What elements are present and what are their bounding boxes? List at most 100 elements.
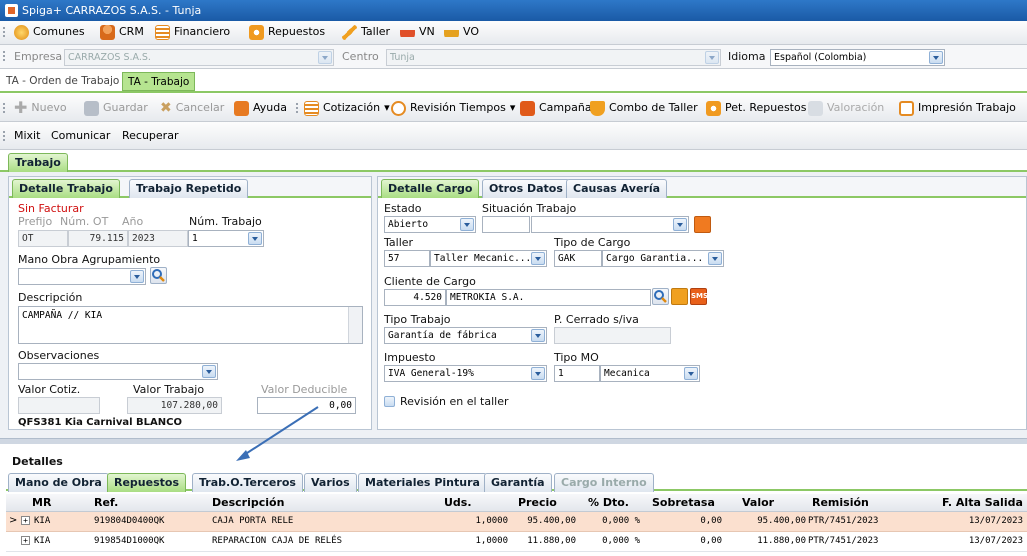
table-row[interactable]: + KIA 919854D1000QK REPARACION CAJA DE R… <box>6 532 1027 552</box>
chevron-down-icon <box>531 367 545 380</box>
search-icon[interactable] <box>652 288 669 305</box>
tab-causas-averia[interactable]: Causas Avería <box>566 179 668 198</box>
col-valor[interactable]: Valor <box>742 496 774 509</box>
valoracion-button[interactable]: Valoración <box>808 97 884 119</box>
taller-code-field[interactable]: 57 <box>384 250 430 267</box>
menu-comunes[interactable]: Comunes <box>14 21 85 43</box>
tab-materiales-pintura[interactable]: Materiales Pintura <box>358 473 487 492</box>
sms-icon[interactable]: SMS <box>690 288 708 305</box>
p-cerrado-field[interactable] <box>554 327 671 344</box>
tab-otros-datos[interactable]: Otros Datos <box>482 179 570 198</box>
ano-field[interactable]: 2023 <box>128 230 188 247</box>
comunicar-button[interactable]: Comunicar <box>51 125 110 147</box>
revision-checkbox[interactable] <box>384 396 395 407</box>
expand-icon[interactable]: + <box>21 536 30 545</box>
search-icon[interactable] <box>150 267 167 284</box>
tab-trabajo[interactable]: Trabajo <box>8 153 68 172</box>
menu-vo[interactable]: VO <box>444 21 479 43</box>
tipo-cargo-select[interactable]: Cargo Garantia... <box>602 250 724 267</box>
col-mr[interactable]: MR <box>32 496 51 509</box>
tab-detalle-trabajo[interactable]: Detalle Trabajo <box>12 179 120 198</box>
ayuda-button[interactable]: Ayuda <box>234 97 287 119</box>
empresa-value: CARRAZOS S.A.S. <box>68 52 151 63</box>
descripcion-value: CAMPAÑA // KIA <box>22 310 103 321</box>
guardar-button[interactable]: Guardar <box>84 97 148 119</box>
cancelar-button[interactable]: ✖ Cancelar <box>160 97 224 119</box>
prefijo-field[interactable]: OT <box>18 230 68 247</box>
estado-select[interactable]: Abierto <box>384 216 476 233</box>
col-uds[interactable]: Uds. <box>444 496 472 509</box>
tab-trabajo-repetido[interactable]: Trabajo Repetido <box>129 179 249 198</box>
gear-icon <box>249 24 264 40</box>
valor-deducible-field[interactable]: 0,00 <box>257 397 356 414</box>
valor-cotiz-field[interactable] <box>18 397 100 414</box>
mano-obra-select[interactable] <box>18 268 146 285</box>
tab-cargo-interno[interactable]: Cargo Interno <box>554 473 654 492</box>
col-ref[interactable]: Ref. <box>94 496 118 509</box>
tab-garantia[interactable]: Garantía <box>484 473 552 492</box>
situacion-code-field[interactable] <box>482 216 530 233</box>
history-icon[interactable] <box>694 216 711 233</box>
recuperar-button[interactable]: Recuperar <box>122 125 178 147</box>
cell-uds: 1,0000 <box>475 516 508 526</box>
cotizacion-button[interactable]: Cotización ▾ <box>304 97 390 119</box>
num-ot-label: Núm. OT <box>60 215 109 228</box>
menu-vn[interactable]: VN <box>400 21 435 43</box>
help-icon <box>234 100 249 116</box>
tipo-cargo-code-field[interactable]: GAK <box>554 250 602 267</box>
basket-icon <box>590 100 605 116</box>
menu-financiero[interactable]: Financiero <box>155 21 230 43</box>
col-precio[interactable]: Precio <box>518 496 557 509</box>
observaciones-select[interactable] <box>18 363 218 380</box>
caret-icon: ▾ <box>509 101 516 114</box>
idioma-select[interactable]: Español (Colombia) <box>770 49 945 66</box>
descripcion-textarea[interactable]: CAMPAÑA // KIA <box>18 306 363 344</box>
empresa-field[interactable]: CARRAZOS S.A.S. <box>64 49 334 66</box>
num-trabajo-select[interactable]: 1 <box>188 230 264 247</box>
cell-dto: 0,000 % <box>602 536 640 546</box>
combo-taller-button[interactable]: Combo de Taller <box>590 97 698 119</box>
impresion-trabajo-button[interactable]: Impresión Trabajo <box>899 97 1016 119</box>
doctab-trabajo[interactable]: TA - Trabajo <box>122 72 196 91</box>
estado-value: Abierto <box>388 219 429 230</box>
chevron-down-icon <box>673 218 687 231</box>
tab-repuestos[interactable]: Repuestos <box>107 473 187 492</box>
tab-trab-o-terceros[interactable]: Trab.O.Terceros <box>192 473 303 492</box>
impuesto-select[interactable]: IVA General-19% <box>384 365 547 382</box>
tab-detalle-cargo[interactable]: Detalle Cargo <box>381 179 480 198</box>
cliente-name-field[interactable]: METROKIA S.A. <box>446 289 651 306</box>
expand-icon[interactable]: + <box>21 516 30 525</box>
cliente-code-field[interactable]: 4.520 <box>384 289 446 306</box>
col-f-alta-salida[interactable]: F. Alta Salida <box>942 496 1023 509</box>
centro-field[interactable]: Tunja <box>386 49 721 66</box>
menu-repuestos[interactable]: Repuestos <box>249 21 325 43</box>
scrollbar[interactable] <box>348 307 362 343</box>
edit-icon[interactable] <box>671 288 688 305</box>
campana-button[interactable]: Campaña <box>520 97 592 119</box>
num-ot-field[interactable]: 79.115 <box>68 230 128 247</box>
tipo-mo-code-field[interactable]: 1 <box>554 365 600 382</box>
situacion-select[interactable] <box>531 216 689 233</box>
chevron-down-icon <box>531 329 545 342</box>
valor-deducible-label: Valor Deducible <box>261 383 348 396</box>
valor-trabajo-field[interactable]: 107.280,00 <box>127 397 222 414</box>
pet-repuestos-button[interactable]: Pet. Repuestos <box>706 97 806 119</box>
menu-crm[interactable]: CRM <box>100 21 144 43</box>
col-remision[interactable]: Remisión <box>812 496 869 509</box>
mixit-button[interactable]: Mixit <box>14 125 40 147</box>
tab-mano-de-obra[interactable]: Mano de Obra <box>8 473 109 492</box>
revision-tiempos-button[interactable]: Revisión Tiempos ▾ <box>391 97 515 119</box>
col-dto[interactable]: % Dto. <box>588 496 629 509</box>
tipo-trabajo-select[interactable]: Garantía de fábrica <box>384 327 547 344</box>
taller-select[interactable]: Taller Mecanic... <box>430 250 547 267</box>
col-sobretasa[interactable]: Sobretasa <box>652 496 715 509</box>
menu-taller[interactable]: Taller <box>342 21 390 43</box>
tab-varios[interactable]: Varios <box>304 473 357 492</box>
grip-handle <box>3 131 6 141</box>
table-row[interactable]: > + KIA 919804D0400QK CAJA PORTA RELE 1,… <box>6 512 1027 532</box>
nuevo-button[interactable]: ✚ Nuevo <box>14 97 67 119</box>
tipo-mo-select[interactable]: Mecanica <box>600 365 700 382</box>
doctab-orden-trabajo[interactable]: TA - Orden de Trabajo <box>6 75 119 87</box>
centro-value: Tunja <box>390 52 415 63</box>
col-descripcion[interactable]: Descripción <box>212 496 284 509</box>
